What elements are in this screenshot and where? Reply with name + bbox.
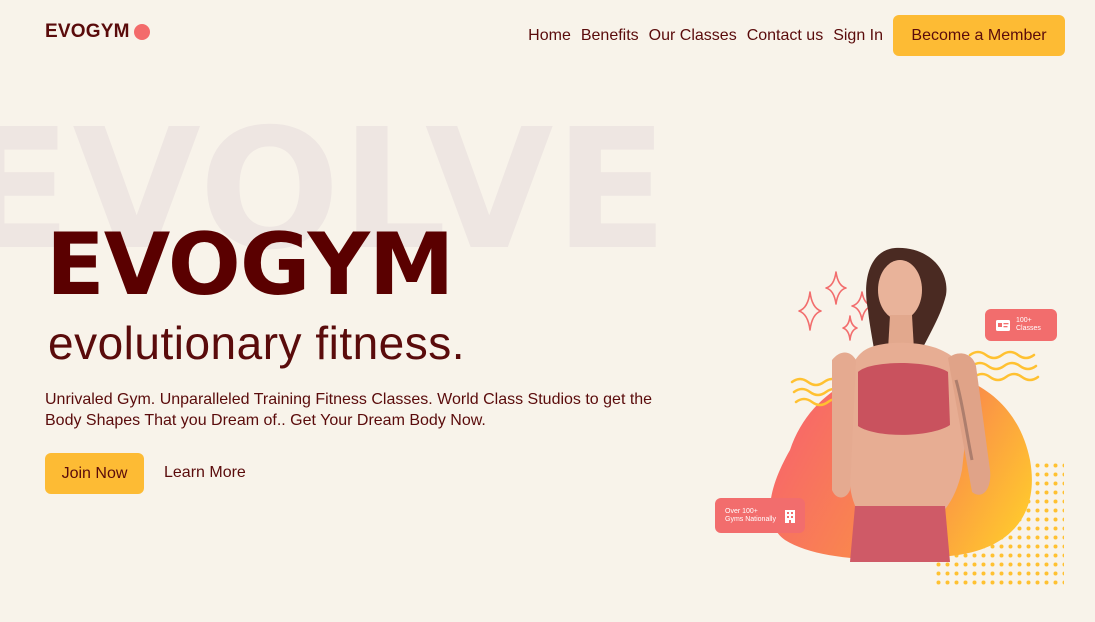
building-icon bbox=[784, 509, 795, 523]
gyms-badge-line1: Over 100+ bbox=[725, 507, 758, 515]
classes-badge: 100+ Classes bbox=[985, 309, 1057, 341]
nav-link-contact-us[interactable]: Contact us bbox=[747, 27, 823, 45]
nav-link-our-classes[interactable]: Our Classes bbox=[649, 27, 737, 45]
logo-dot-icon bbox=[133, 24, 150, 40]
learn-more-link[interactable]: Learn More bbox=[164, 464, 246, 482]
brand-logo[interactable]: EVOGYM bbox=[45, 21, 150, 43]
hero-illustration bbox=[770, 247, 1064, 586]
nav-link-sign-in[interactable]: Sign In bbox=[833, 27, 883, 45]
sparkle-decoration bbox=[798, 271, 873, 341]
classes-badge-line1: 100+ bbox=[1016, 317, 1032, 324]
hero-description: Unrivaled Gym. Unparalleled Training Fit… bbox=[45, 391, 653, 429]
gyms-badge: Over 100+ Gyms Nationally bbox=[715, 498, 805, 533]
hero-title: EVOGYM bbox=[46, 215, 454, 315]
brand-name: EVOGYM bbox=[45, 21, 130, 42]
join-now-button[interactable]: Join Now bbox=[45, 453, 144, 494]
classes-badge-line2: Classes bbox=[1016, 325, 1041, 332]
hero-subtitle: evolutionary fitness. bbox=[48, 317, 466, 369]
nav-link-home[interactable]: Home bbox=[528, 27, 571, 45]
gyms-badge-line2: Gyms Nationally bbox=[725, 515, 776, 523]
main-nav: Home Benefits Our Classes Contact us Sig… bbox=[528, 15, 1065, 56]
nav-link-benefits[interactable]: Benefits bbox=[581, 27, 639, 45]
become-member-button[interactable]: Become a Member bbox=[893, 15, 1065, 56]
id-card-icon bbox=[996, 320, 1010, 331]
